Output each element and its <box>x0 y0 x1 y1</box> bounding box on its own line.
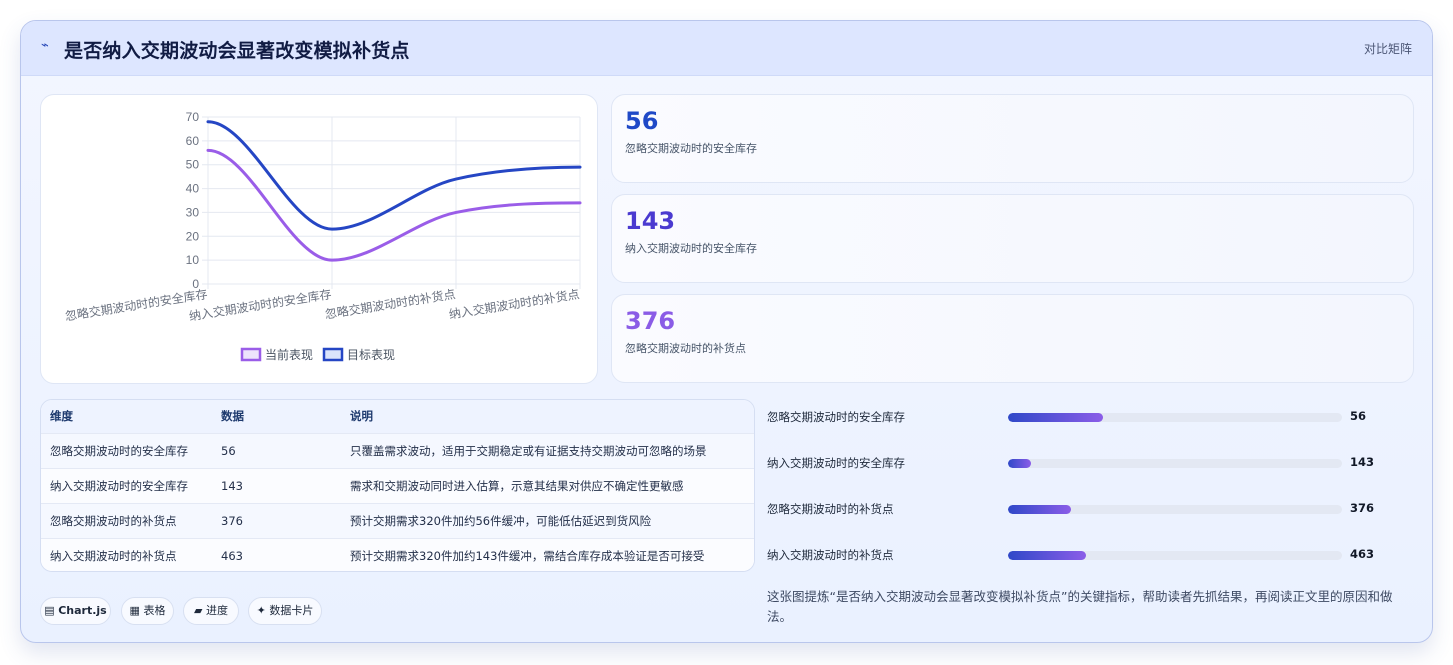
progress-fill <box>1008 459 1032 468</box>
progress-label: 纳入交期波动时的补货点 <box>767 548 894 562</box>
progress-value: 463 <box>1350 547 1375 561</box>
y-tick-label: 70 <box>186 110 200 124</box>
chart-icon: ▤ <box>44 604 55 617</box>
progress-label: 纳入交期波动时的安全库存 <box>767 456 905 470</box>
y-tick-label: 50 <box>186 158 200 172</box>
page-title: 是否纳入交期波动会显著改变模拟补货点 <box>64 40 410 62</box>
table-cell: 143 <box>221 478 243 493</box>
card-icon: ✦ <box>256 604 266 617</box>
progress-label: 忽略交期波动时的安全库存 <box>767 410 905 424</box>
y-tick-label: 40 <box>186 182 200 196</box>
kpi-value: 143 <box>625 207 676 235</box>
table-cell: 只覆盖需求波动，适用于交期稳定或有证据支持交期波动可忽略的场景 <box>350 443 707 458</box>
summary-text: 这张图提炼“是否纳入交期波动会显著改变模拟补货点”的关键指标，帮助读者先抓结果，… <box>767 589 1393 624</box>
table-row: 纳入交期波动时的补货点 463 预计交期需求320件加约143件缓冲，需结合库存… <box>41 538 754 571</box>
progress-value: 56 <box>1350 409 1367 423</box>
table-cell: 忽略交期波动时的补货点 <box>50 513 177 528</box>
y-tick-label: 10 <box>186 253 200 267</box>
progress-track <box>1008 505 1342 514</box>
table-cell: 预计交期需求320件加约56件缓冲，可能低估延迟到货风险 <box>350 513 652 528</box>
progress-row: 纳入交期波动时的补货点 463 <box>767 545 1387 565</box>
line-chart-card: 0 10 20 30 40 50 60 70 忽略交期波动时的安全库存 纳入交期波动时的安全库存忽… <box>40 94 598 384</box>
series-line-2 <box>206 120 582 231</box>
table-cell: 需求和交期波动同时进入估算，示意其结果对供应不确定性更敏感 <box>350 478 684 493</box>
progress-fill <box>1008 551 1087 560</box>
progress-track <box>1008 459 1342 468</box>
chip-label: 表格 <box>143 604 166 617</box>
x-tick-label: 忽略交期波动时的补货点 <box>324 286 457 321</box>
kpi-value: 376 <box>625 307 676 335</box>
progress-value: 376 <box>1350 501 1375 515</box>
kpi-label: 忽略交期波动时的补货点 <box>625 342 746 355</box>
table-cell: 预计交期需求320件加约143件缓冲，需结合库存成本验证是否可接受 <box>350 548 705 563</box>
kpi-card: 143 纳入交期波动时的安全库存 <box>611 194 1414 283</box>
y-tick-label: 20 <box>186 229 200 243</box>
table-cell: 纳入交期波动时的补货点 <box>50 548 177 563</box>
table-cell: 56 <box>221 443 236 458</box>
chip-progress[interactable]: ▰ 进度 <box>183 597 239 625</box>
table-header-row: 维度 数据 说明 <box>41 400 754 433</box>
x-tick-label: 纳入交期波动时的补货点 <box>448 286 581 321</box>
chip-label: Chart.js <box>58 604 107 617</box>
column-header: 维度 <box>50 409 73 424</box>
legend-swatch <box>240 347 262 362</box>
chip-chartjs[interactable]: ▤ Chart.js <box>40 597 111 625</box>
table-cell: 463 <box>221 548 243 563</box>
progress-row: 纳入交期波动时的安全库存 143 <box>767 453 1387 473</box>
kpi-value: 56 <box>625 107 659 135</box>
chip-data-card[interactable]: ✦ 数据卡片 <box>248 597 322 625</box>
chip-label: 进度 <box>205 604 228 617</box>
table-cell: 纳入交期波动时的安全库存 <box>50 478 188 493</box>
table-icon: ▦ <box>129 604 140 617</box>
progress-value: 143 <box>1350 455 1375 469</box>
progress-track <box>1008 551 1342 560</box>
legend-label: 当前表现 <box>265 347 313 362</box>
chip-table[interactable]: ▦ 表格 <box>121 597 174 625</box>
kpi-label: 纳入交期波动时的安全库存 <box>625 242 757 255</box>
column-header: 说明 <box>350 409 373 424</box>
table-cell: 376 <box>221 513 243 528</box>
table-row: 纳入交期波动时的安全库存 143 需求和交期波动同时进入估算，示意其结果对供应不… <box>41 468 754 503</box>
data-table: 维度 数据 说明 忽略交期波动时的安全库存 56 只覆盖需求波动，适用于交期稳定… <box>40 399 755 572</box>
x-tick-label: 忽略交期波动时的安全库存 <box>64 286 209 323</box>
table-row: 忽略交期波动时的安全库存 56 只覆盖需求波动，适用于交期稳定或有证据支持交期波… <box>41 433 754 468</box>
comparison-matrix-tag[interactable]: 对比矩阵 <box>1364 40 1412 57</box>
panel-header: ⌁ 是否纳入交期波动会显著改变模拟补货点 对比矩阵 <box>21 21 1432 76</box>
legend-label: 目标表现 <box>347 348 395 362</box>
table-cell: 忽略交期波动时的安全库存 <box>50 443 188 458</box>
kpi-label: 忽略交期波动时的安全库存 <box>625 142 757 155</box>
progress-fill <box>1008 413 1104 422</box>
progress-fill <box>1008 505 1072 514</box>
progress-row: 忽略交期波动时的补货点 376 <box>767 499 1387 519</box>
table-row: 忽略交期波动时的补货点 376 预计交期需求320件加约56件缓冲，可能低估延迟… <box>41 503 754 538</box>
progress-track <box>1008 413 1342 422</box>
progress-row: 忽略交期波动时的安全库存 56 <box>767 407 1387 427</box>
sparkline-icon: ⌁ <box>41 38 49 53</box>
y-tick-label: 60 <box>186 134 200 148</box>
column-header: 数据 <box>221 409 244 424</box>
kpi-card: 56 忽略交期波动时的安全库存 <box>611 94 1414 183</box>
progress-label: 忽略交期波动时的补货点 <box>767 502 894 516</box>
x-tick-label: 纳入交期波动时的安全库存 <box>188 286 333 323</box>
chip-label: 数据卡片 <box>269 604 314 617</box>
y-tick-label: 30 <box>186 205 200 219</box>
line-chart: 010203040506070忽略交期波动时的安全库存纳入交期波动时的安全库存忽… <box>64 110 582 362</box>
progress-icon: ▰ <box>194 604 203 617</box>
kpi-card: 376 忽略交期波动时的补货点 <box>611 294 1414 383</box>
legend-swatch <box>322 347 344 362</box>
report-panel: ⌁ 是否纳入交期波动会显著改变模拟补货点 对比矩阵 0 10 20 30 40 50 60 7… <box>20 20 1433 643</box>
